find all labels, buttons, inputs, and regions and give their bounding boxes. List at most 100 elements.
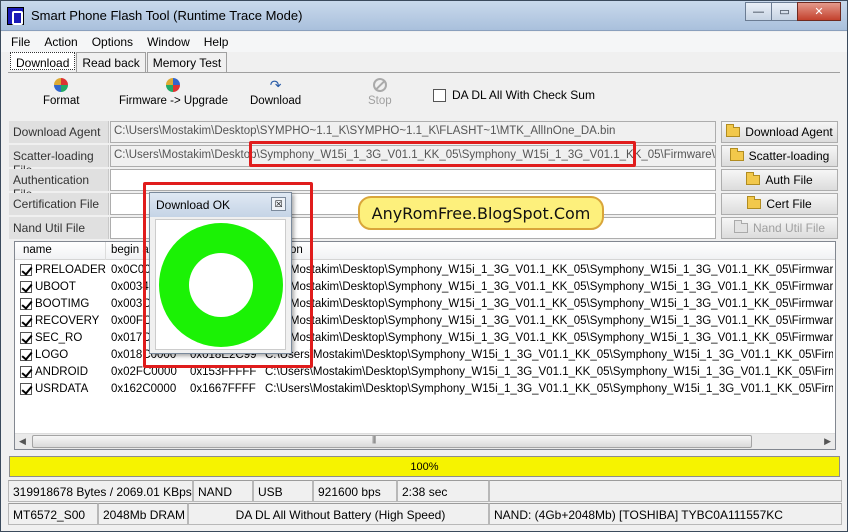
list-header: name begin ad on bbox=[15, 242, 835, 260]
toolbar: Format Firmware -> Upgrade ↷ Download St… bbox=[9, 78, 841, 118]
scrollbar-grip-icon: ||| bbox=[372, 435, 376, 444]
download-agent-row: Download Agent C:\Users\Mostakim\Desktop… bbox=[9, 121, 841, 143]
status-chip: MT6572_S00 bbox=[8, 503, 98, 525]
menu-window[interactable]: Window bbox=[140, 35, 197, 49]
dialog-body bbox=[155, 219, 286, 350]
status-nand-info: NAND: (4Gb+2048Mb) [TOSHIBA] TYBC0A11155… bbox=[489, 503, 842, 525]
row-checkbox[interactable] bbox=[20, 349, 32, 361]
folder-open-icon bbox=[747, 196, 762, 209]
tab-read-back[interactable]: Read back bbox=[76, 52, 146, 72]
scroll-right-icon[interactable]: ▶ bbox=[824, 436, 831, 447]
scatter-file-label: Scatter-loading File bbox=[9, 145, 109, 177]
row-checkbox[interactable] bbox=[20, 383, 32, 395]
column-name[interactable]: name bbox=[23, 244, 52, 256]
download-label: Download bbox=[250, 95, 302, 107]
nand-util-button[interactable]: Nand Util File bbox=[721, 217, 838, 239]
firmware-upgrade-button[interactable]: Firmware -> Upgrade bbox=[119, 78, 228, 107]
row-checkbox[interactable] bbox=[20, 332, 32, 344]
list-row-bootimg[interactable]: BOOTIMG 0x003C sers\Mostakim\Desktop\Sym… bbox=[15, 296, 835, 313]
scroll-left-icon[interactable]: ◀ bbox=[19, 436, 26, 447]
column-divider[interactable] bbox=[105, 242, 106, 260]
row-checkbox[interactable] bbox=[20, 281, 32, 293]
checkbox-box[interactable] bbox=[433, 88, 446, 102]
watermark-banner: AnyRomFree.BlogSpot.Com bbox=[358, 196, 604, 230]
row-location: sers\Mostakim\Desktop\Symphony_W15i_1_3G… bbox=[265, 298, 833, 310]
row-begin: 0x0034 bbox=[111, 281, 149, 293]
download-agent-field[interactable]: C:\Users\Mostakim\Desktop\SYMPHO~1.1_K\S… bbox=[110, 121, 716, 143]
folder-open-icon bbox=[726, 124, 741, 137]
row-checkbox[interactable] bbox=[20, 298, 32, 310]
partition-list[interactable]: name begin ad on PRELOADER 0x0C000 sers\… bbox=[14, 241, 836, 450]
menu-bar: File Action Options Window Help bbox=[1, 32, 847, 52]
download-ok-dialog: Download OK ☒ bbox=[149, 192, 292, 354]
auth-file-label: Authentication File bbox=[9, 169, 109, 201]
tab-strip: Download Read back Memory Test bbox=[10, 52, 228, 72]
list-row-recovery[interactable]: RECOVERY 0x00FC sers\Mostakim\Desktop\Sy… bbox=[15, 313, 835, 330]
download-agent-button-label: Download Agent bbox=[745, 125, 833, 139]
progress-label: 100% bbox=[410, 460, 439, 473]
cert-file-button[interactable]: Cert File bbox=[721, 193, 838, 215]
title-bar[interactable]: Smart Phone Flash Tool (Runtime Trace Mo… bbox=[1, 1, 847, 31]
menu-help[interactable]: Help bbox=[197, 35, 236, 49]
row-begin: 0x162C0000 bbox=[111, 383, 177, 395]
menu-options[interactable]: Options bbox=[85, 35, 140, 49]
maximize-button[interactable]: ▭ bbox=[771, 2, 798, 21]
status-da-mode: DA DL All Without Battery (High Speed) bbox=[188, 503, 489, 525]
auth-file-button[interactable]: Auth File bbox=[721, 169, 838, 191]
firmware-upgrade-label: Firmware -> Upgrade bbox=[119, 95, 228, 107]
da-checksum-checkbox[interactable]: DA DL All With Check Sum bbox=[433, 88, 595, 102]
row-checkbox[interactable] bbox=[20, 264, 32, 276]
horizontal-scrollbar[interactable]: ◀ ||| ▶ bbox=[15, 433, 835, 449]
minimize-button[interactable]: — bbox=[745, 2, 772, 21]
row-end: 0x1667FFFF bbox=[190, 383, 256, 395]
status-dram: 2048Mb DRAM bbox=[98, 503, 188, 525]
stop-icon bbox=[372, 78, 387, 92]
phone-app-icon bbox=[7, 7, 24, 25]
row-location: sers\Mostakim\Desktop\Symphony_W15i_1_3G… bbox=[265, 281, 833, 293]
row-checkbox[interactable] bbox=[20, 315, 32, 327]
row-name: RECOVERY bbox=[35, 315, 100, 327]
list-row-preloader[interactable]: PRELOADER 0x0C000 sers\Mostakim\Desktop\… bbox=[15, 262, 835, 279]
status-storage: NAND bbox=[193, 480, 253, 502]
download-agent-button[interactable]: Download Agent bbox=[721, 121, 838, 143]
auth-file-field[interactable] bbox=[110, 169, 716, 191]
format-label: Format bbox=[43, 95, 80, 107]
list-row-logo[interactable]: LOGO 0x018C0000 0x018E2C99 C:\Users\Most… bbox=[15, 347, 835, 364]
tab-memory-test[interactable]: Memory Test bbox=[146, 52, 228, 72]
list-row-sec-ro[interactable]: SEC_RO 0x017C sers\Mostakim\Desktop\Symp… bbox=[15, 330, 835, 347]
row-begin: 0x02FC0000 bbox=[111, 366, 177, 378]
scatter-file-field[interactable]: C:\Users\Mostakim\Desktop\Symphony_W15i_… bbox=[110, 145, 716, 167]
row-location: C:\Users\Mostakim\Desktop\Symphony_W15i_… bbox=[265, 366, 833, 378]
status-empty bbox=[489, 480, 842, 502]
menu-action[interactable]: Action bbox=[37, 35, 84, 49]
download-button[interactable]: ↷ Download bbox=[250, 78, 301, 107]
folder-open-icon bbox=[733, 220, 748, 233]
dialog-title-bar[interactable]: Download OK ☒ bbox=[150, 193, 291, 217]
scatter-file-row: Scatter-loading File C:\Users\Mostakim\D… bbox=[9, 145, 841, 177]
row-name: USRDATA bbox=[35, 383, 89, 395]
row-name: LOGO bbox=[35, 349, 69, 361]
status-bytes: 319918678 Bytes / 2069.01 KBps bbox=[8, 480, 193, 502]
tab-download[interactable]: Download bbox=[10, 52, 76, 70]
row-name: SEC_RO bbox=[35, 332, 83, 344]
scrollbar-thumb[interactable] bbox=[32, 435, 752, 448]
row-location: C:\Users\Mostakim\Desktop\Symphony_W15i_… bbox=[265, 383, 833, 395]
window-controls: — ▭ ✕ bbox=[745, 2, 841, 21]
folder-open-icon bbox=[746, 172, 761, 185]
auth-file-row: Authentication File Auth File bbox=[9, 169, 841, 201]
dialog-close-button[interactable]: ☒ bbox=[271, 197, 286, 211]
row-location: sers\Mostakim\Desktop\Symphony_W15i_1_3G… bbox=[265, 332, 833, 344]
menu-file[interactable]: File bbox=[1, 35, 37, 49]
row-name: UBOOT bbox=[35, 281, 76, 293]
status-connection: USB bbox=[253, 480, 313, 502]
scatter-loading-button[interactable]: Scatter-loading bbox=[721, 145, 838, 167]
close-button[interactable]: ✕ bbox=[797, 2, 841, 21]
list-row-android[interactable]: ANDROID 0x02FC0000 0x153FFFFF C:\Users\M… bbox=[15, 364, 835, 381]
list-row-usrdata[interactable]: USRDATA 0x162C0000 0x1667FFFF C:\Users\M… bbox=[15, 381, 835, 398]
format-button[interactable]: Format bbox=[43, 78, 79, 107]
row-checkbox[interactable] bbox=[20, 366, 32, 378]
cert-file-button-label: Cert File bbox=[766, 197, 812, 211]
stop-button[interactable]: Stop bbox=[368, 78, 392, 107]
row-name: BOOTIMG bbox=[35, 298, 90, 310]
list-row-uboot[interactable]: UBOOT 0x0034 sers\Mostakim\Desktop\Symph… bbox=[15, 279, 835, 296]
